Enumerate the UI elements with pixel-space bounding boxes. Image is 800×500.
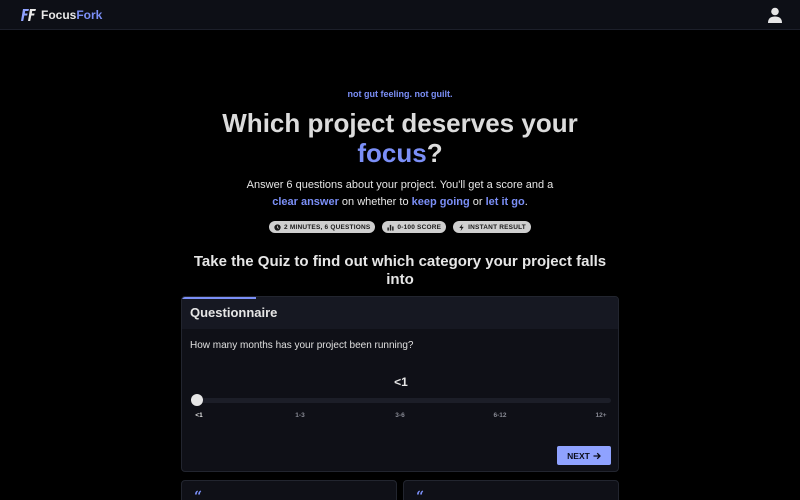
description-line2: clear answer on whether to keep going or… [0,195,800,209]
slider-option[interactable]: 3-6 [395,412,404,419]
badge-score-label: 0-100 SCORE [397,223,442,231]
testimonial-card: “ [181,480,397,500]
quote-icon: “ [194,489,203,500]
arrow-right-icon [593,452,601,459]
progress-indicator [182,297,256,299]
highlight-let-it-go: let it go [485,196,525,208]
hero-title-line2: focus? [0,138,800,168]
next-button-label: NEXT [567,450,590,461]
slider-option[interactable]: 12+ [595,412,606,419]
quiz-heading-line1: Take the Quiz to find out which category… [193,253,607,270]
user-icon[interactable] [766,6,784,24]
badge-duration: 2 MINUTES, 6 QUESTIONS [269,221,376,233]
brand-part-focus: Focus [41,8,77,22]
top-navbar: FocusFork [0,0,800,30]
badge-instant: INSTANT RESULT [453,221,531,233]
slider-value: <1 [394,375,408,389]
hero-title-accent: focus [357,138,427,168]
hero-title-line1: Which project deserves your [222,108,578,138]
hero-title-end: ? [426,138,443,168]
questionnaire-header: Questionnaire [182,297,618,329]
months-slider-track[interactable] [197,398,611,403]
description-line1: Answer 6 questions about your project. Y… [246,179,554,191]
badge-instant-label: INSTANT RESULT [468,223,526,231]
badge-duration-label: 2 MINUTES, 6 QUESTIONS [284,223,371,231]
slider-option[interactable]: 1-3 [295,412,304,419]
description-text-end: . [524,196,528,208]
next-button[interactable]: NEXT [557,446,611,465]
badge-score: 0-100 SCORE [382,221,447,233]
highlight-clear-answer: clear answer [272,196,339,208]
questionnaire-title: Questionnaire [190,305,278,320]
testimonial-card: “ [403,480,619,500]
description-text-mid2: or [469,196,486,208]
months-slider-thumb[interactable] [191,394,203,406]
lightning-icon [459,223,464,231]
quiz-heading-line2: into [386,271,414,288]
tagline: not gut feeling. not guilt. [347,89,453,99]
questionnaire-card: Questionnaire How many months has your p… [181,296,619,472]
brand-part-fork: Fork [76,8,103,22]
quote-icon: “ [416,489,425,500]
bar-chart-icon [387,224,394,231]
slider-option[interactable]: 6-12 [493,412,506,419]
slider-option[interactable]: <1 [195,412,202,419]
ff-logo-icon[interactable] [20,8,36,22]
clock-icon [274,223,281,231]
description-text-mid1: on whether to [338,196,412,208]
feature-badges: 2 MINUTES, 6 QUESTIONS 0-100 SCORE INSTA… [0,221,800,233]
question-text: How many months has your project been ru… [190,340,414,351]
highlight-keep-going: keep going [411,196,470,208]
brand-name[interactable]: FocusFork [41,8,102,22]
